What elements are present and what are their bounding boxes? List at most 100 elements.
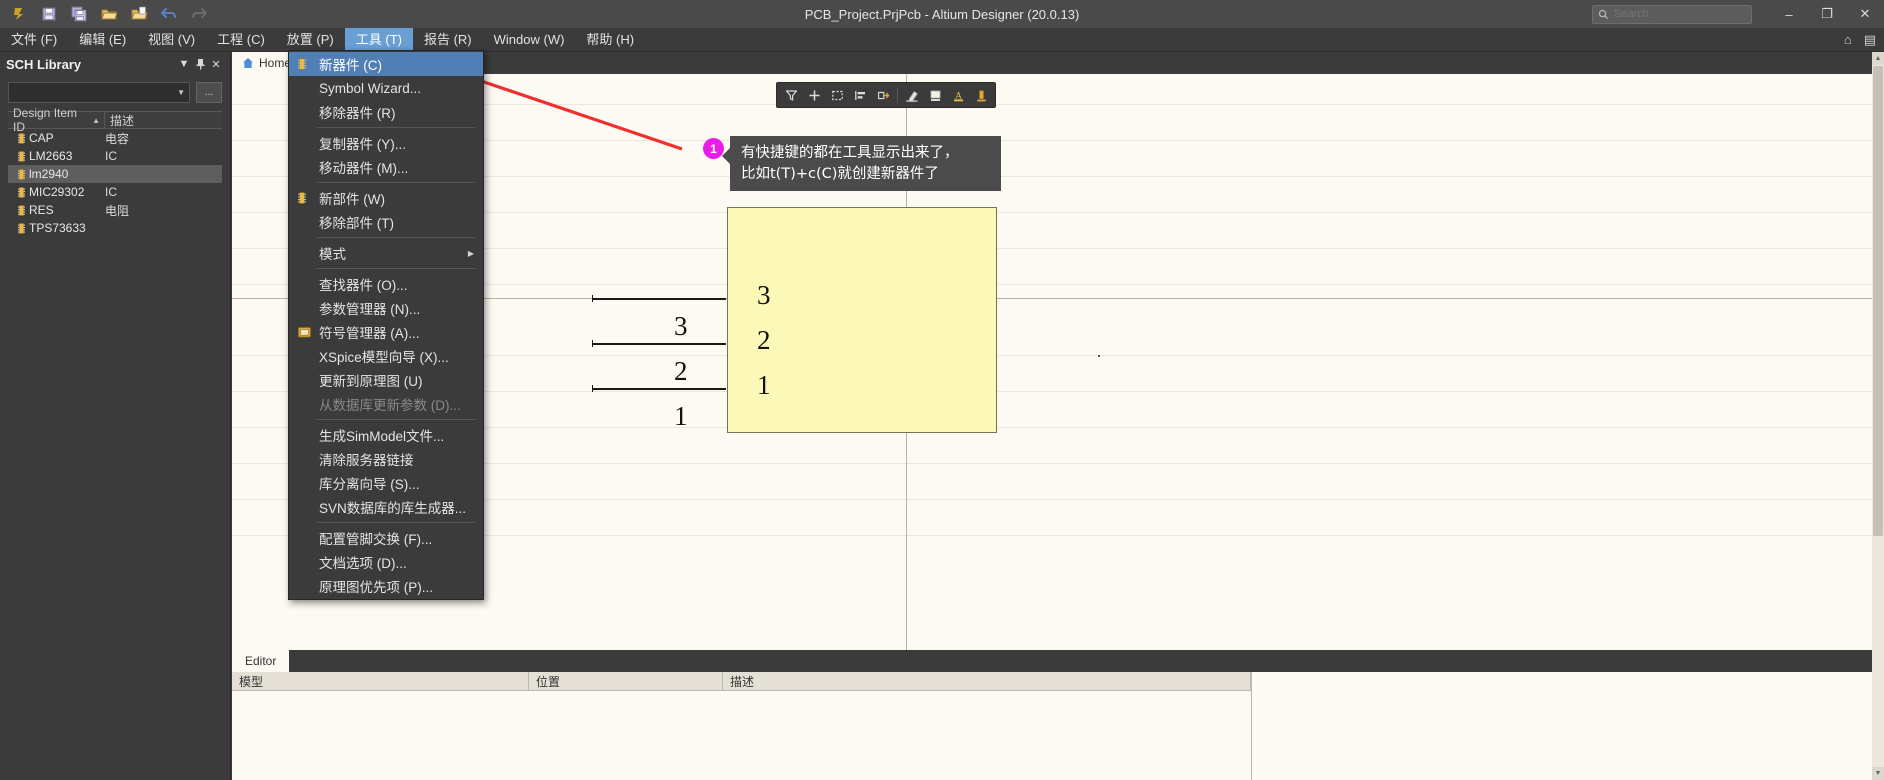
menu-item-9[interactable]: 参数管理器 (N)... — [289, 296, 483, 320]
titlebar-right-controls: – ❐ ✕ — [1592, 0, 1884, 28]
column-header-model[interactable]: 模型 — [232, 672, 529, 690]
pin-wire-3[interactable] — [592, 298, 726, 300]
column-header-description[interactable]: 描述 — [723, 672, 1251, 690]
scroll-down-icon[interactable]: ▼ — [1872, 767, 1884, 780]
altium-logo-icon[interactable] — [6, 3, 32, 25]
menu-8[interactable]: 帮助 (H) — [575, 28, 645, 52]
library-list-item[interactable]: CAP 电容 — [8, 129, 222, 147]
library-grid-header: Design Item ID ▲ 描述 — [8, 106, 222, 134]
column-header-design-item-id[interactable]: Design Item ID ▲ — [8, 106, 105, 134]
menu-item-18[interactable]: 配置管脚交换 (F)... — [289, 526, 483, 550]
scrollbar-thumb[interactable] — [1873, 66, 1883, 536]
line-color-icon[interactable] — [970, 85, 992, 105]
menu-7[interactable]: Window (W) — [483, 28, 576, 52]
cross-select-icon[interactable] — [872, 85, 894, 105]
library-item-id: LM2663 — [29, 149, 73, 163]
menu-item-14[interactable]: 生成SimModel文件... — [289, 423, 483, 447]
menu-item-label: 查找器件 (O)... — [319, 278, 408, 293]
menu-1[interactable]: 编辑 (E) — [68, 28, 137, 52]
panels-icon[interactable]: ▤ — [1864, 32, 1876, 48]
menu-item-10[interactable]: 符号管理器 (A)... — [289, 320, 483, 344]
open-folder-icon[interactable] — [96, 3, 122, 25]
library-list-item[interactable]: LM2663 IC — [8, 147, 222, 165]
text-color-icon[interactable]: A — [947, 85, 969, 105]
component-icon — [298, 58, 310, 70]
redo-icon[interactable] — [186, 3, 212, 25]
vertical-scrollbar[interactable]: ▲ ▼ — [1872, 52, 1884, 780]
menu-item-6[interactable]: 移除部件 (T) — [289, 210, 483, 234]
component-icon — [18, 168, 25, 180]
scroll-up-icon[interactable]: ▲ — [1872, 52, 1884, 65]
menu-item-5[interactable]: 新部件 (W) — [289, 186, 483, 210]
model-table-body — [232, 691, 1251, 780]
component-icon — [18, 222, 25, 234]
minimize-button[interactable]: – — [1770, 0, 1808, 28]
pin-number-3: 3 — [674, 311, 688, 341]
close-button[interactable]: ✕ — [1846, 0, 1884, 28]
fill-color-icon[interactable] — [924, 85, 946, 105]
pin-endpoint-2 — [592, 340, 593, 347]
home-icon[interactable]: ⌂ — [1844, 32, 1852, 47]
save-icon[interactable] — [36, 3, 62, 25]
component-icon — [18, 150, 25, 162]
menu-item-8[interactable]: 查找器件 (O)... — [289, 272, 483, 296]
library-list-item[interactable]: lm2940 — [8, 165, 222, 183]
menu-item-1[interactable]: Symbol Wizard... — [289, 76, 483, 100]
menu-item-3[interactable]: 复制器件 (Y)... — [289, 131, 483, 155]
menu-item-label: 库分离向导 (S)... — [319, 477, 420, 492]
menu-item-15[interactable]: 清除服务器链接 — [289, 447, 483, 471]
filter-options-button[interactable]: ... — [196, 82, 222, 103]
menu-item-19[interactable]: 文档选项 (D)... — [289, 550, 483, 574]
pin-icon[interactable] — [192, 56, 208, 72]
menu-item-2[interactable]: 移除器件 (R) — [289, 100, 483, 124]
menu-item-17[interactable]: SVN数据库的库生成器... — [289, 495, 483, 519]
library-list-item[interactable]: MIC29302 IC — [8, 183, 222, 201]
search-icon — [1598, 9, 1609, 19]
menu-item-11[interactable]: XSpice模型向导 (X)... — [289, 344, 483, 368]
pin-name-3: 3 — [757, 280, 771, 310]
eraser-icon[interactable] — [901, 85, 923, 105]
library-item-id-cell: CAP — [8, 131, 105, 145]
menu-item-20[interactable]: 原理图优先项 (P)... — [289, 574, 483, 598]
pin-wire-1[interactable] — [592, 388, 726, 390]
undo-icon[interactable] — [156, 3, 182, 25]
toolbar-separator — [897, 87, 898, 103]
library-list-item[interactable]: TPS73633 — [8, 219, 222, 237]
menu-separator — [317, 268, 475, 269]
search-input[interactable] — [1614, 8, 1734, 20]
menu-item-label: 参数管理器 (N)... — [319, 302, 421, 317]
filter-icon[interactable] — [780, 85, 802, 105]
menu-2[interactable]: 视图 (V) — [137, 28, 206, 52]
column-header-location[interactable]: 位置 — [529, 672, 723, 690]
pin-wire-2[interactable] — [592, 343, 726, 345]
menu-item-0[interactable]: 新器件 (C) — [289, 52, 483, 76]
maximize-button[interactable]: ❐ — [1808, 0, 1846, 28]
open-project-icon[interactable] — [126, 3, 152, 25]
menu-0[interactable]: 文件 (F) — [0, 28, 68, 52]
model-table: 模型 位置 描述 — [232, 672, 1252, 780]
menu-6[interactable]: 报告 (R) — [413, 28, 483, 52]
home-icon — [243, 58, 253, 68]
menu-4[interactable]: 放置 (P) — [276, 28, 345, 52]
align-icon[interactable] — [849, 85, 871, 105]
menu-item-7[interactable]: 模式 ▶ — [289, 241, 483, 265]
library-list-item[interactable]: RES 电阻 — [8, 201, 222, 219]
close-icon[interactable]: ✕ — [208, 56, 224, 72]
chevron-down-icon: ▼ — [177, 88, 185, 97]
column-header-description[interactable]: 描述 — [105, 112, 222, 128]
global-search[interactable] — [1592, 4, 1752, 24]
menu-separator — [317, 522, 475, 523]
menu-3[interactable]: 工程 (C) — [206, 28, 276, 52]
menu-item-label: 生成SimModel文件... — [319, 429, 445, 444]
save-all-icon[interactable] — [66, 3, 92, 25]
menu-5[interactable]: 工具 (T) — [344, 27, 413, 52]
select-area-icon[interactable] — [826, 85, 848, 105]
add-icon[interactable] — [803, 85, 825, 105]
library-filter-combo[interactable]: ▼ — [8, 82, 190, 103]
menu-item-12[interactable]: 更新到原理图 (U) — [289, 368, 483, 392]
menu-item-16[interactable]: 库分离向导 (S)... — [289, 471, 483, 495]
tab-editor[interactable]: Editor — [232, 650, 290, 672]
menu-item-4[interactable]: 移动器件 (M)... — [289, 155, 483, 179]
panel-dropdown-icon[interactable]: ▼ — [176, 56, 192, 72]
menu-item-label: 文档选项 (D)... — [319, 556, 407, 571]
